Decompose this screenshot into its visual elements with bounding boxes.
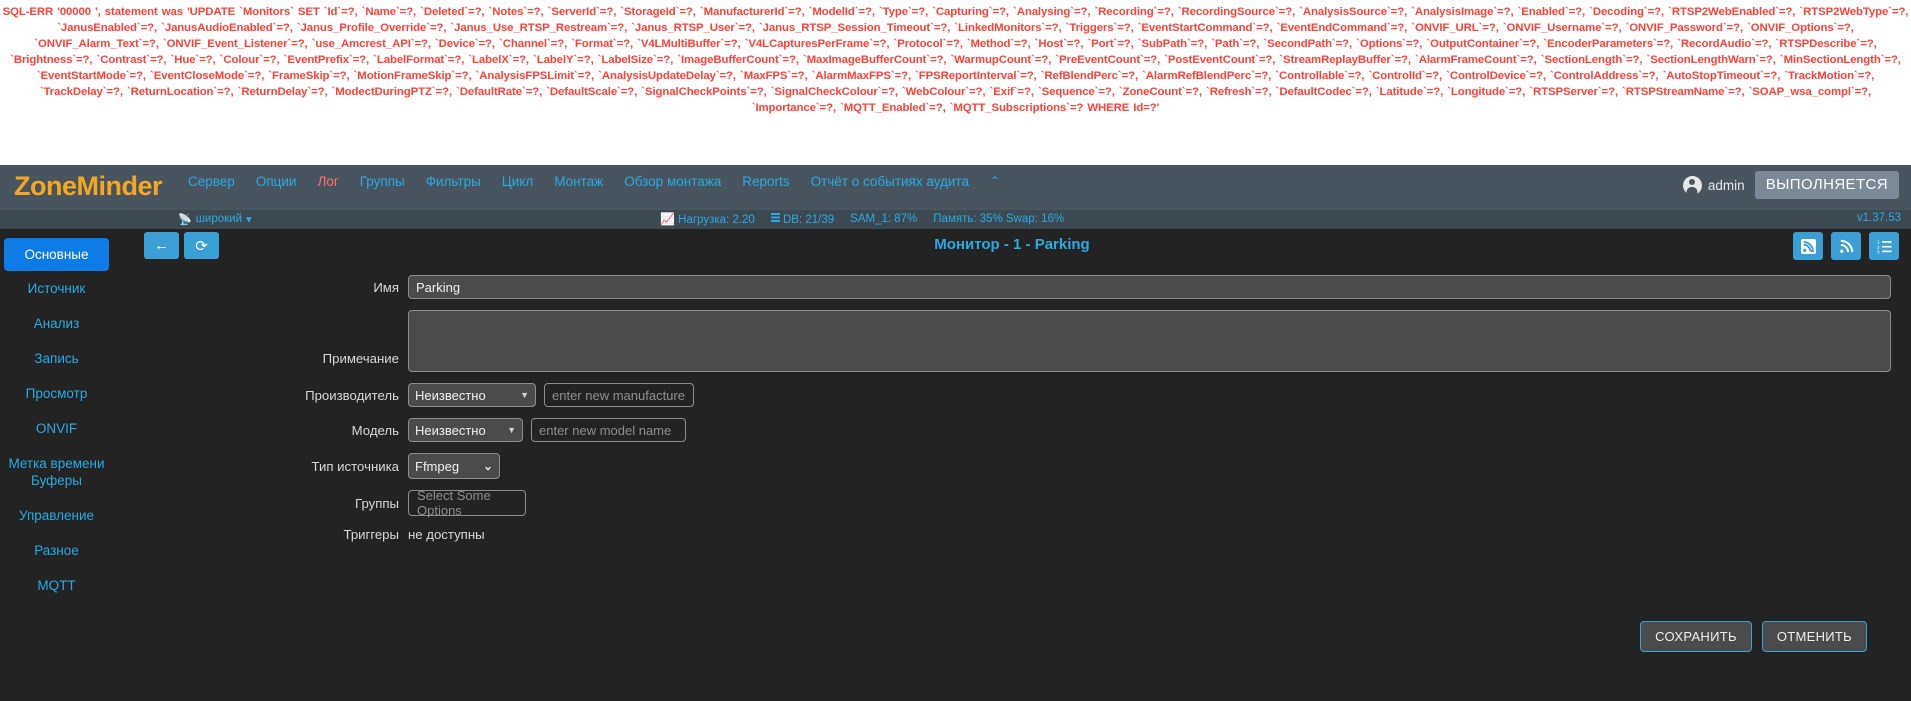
list-ol-icon: 1 2 3 [1877, 239, 1892, 254]
name-label: Имя [373, 279, 399, 295]
content-toolbar: ← ⟳ Монитор - 1 - Parking 1 2 3 [113, 229, 1911, 269]
nav-item-cycle[interactable]: Цикл [502, 175, 533, 189]
sidebar-item-onvif[interactable]: ONVIF [0, 411, 113, 446]
sidebar-item-view[interactable]: Просмотр [0, 376, 113, 411]
system-status: 📈 Нагрузка: 2.20 DB: 21/39 SAM_1: 87% Па… [660, 212, 1064, 226]
sidebar-item-recording[interactable]: Запись [0, 341, 113, 376]
source-type-select[interactable]: Ffmpeg ⌄ [408, 453, 500, 479]
notes-label: Примечание [322, 351, 399, 366]
rss-square-icon [1800, 238, 1816, 254]
page-title: Монитор - 1 - Parking [934, 236, 1090, 253]
memory-status[interactable]: Память: 35% Swap: 16% [933, 213, 1064, 225]
triggers-value: не доступны [408, 527, 485, 542]
monitor-tabs-sidebar: Основные Источник Анализ Запись Просмотр… [0, 229, 113, 701]
chevron-up-icon[interactable]: ⌃ [990, 174, 1000, 188]
run-state-button[interactable]: ВЫПОЛНЯЕТСЯ [1754, 171, 1899, 199]
model-select[interactable]: Неизвестно ▼ [408, 418, 523, 442]
sidebar-item-general[interactable]: Основные [4, 238, 109, 271]
name-input[interactable] [408, 275, 1891, 299]
nav-item-audit-report[interactable]: Отчёт о событиях аудита [811, 175, 969, 189]
nav-item-options[interactable]: Опции [256, 175, 297, 189]
manufacturer-selected-value: Неизвестно [415, 387, 486, 403]
svg-text:3: 3 [1877, 249, 1880, 253]
status-strip: 📡 широкий ▾ 📈 Нагрузка: 2.20 DB: 21/39 S… [0, 210, 1911, 229]
app-logo[interactable]: ZoneMinder [0, 165, 163, 200]
sidebar-item-control[interactable]: Управление [0, 498, 113, 533]
form-action-buttons: СОХРАНИТЬ ОТМЕНИТЬ [1640, 621, 1867, 652]
manufacturer-label: Производитель [305, 387, 399, 403]
chevron-down-icon: ⌄ [482, 459, 493, 473]
model-label: Модель [351, 422, 399, 438]
sidebar-item-misc[interactable]: Разное [0, 533, 113, 568]
field-row-name: Имя [113, 275, 1911, 299]
wifi-icon: 📡 [178, 213, 192, 226]
sidebar-item-mqtt[interactable]: MQTT [0, 568, 113, 603]
chevron-down-icon: ▼ [507, 425, 516, 435]
source-type-label: Тип источника [311, 458, 399, 474]
page-body: Основные Источник Анализ Запись Просмотр… [0, 229, 1911, 701]
groups-multiselect[interactable]: Select Some Options [408, 488, 526, 518]
groups-label: Группы [355, 495, 399, 511]
storage-status[interactable]: SAM_1: 87% [850, 213, 917, 225]
rss-feed-button[interactable] [1831, 232, 1861, 260]
sql-error-banner: SQL-ERR '00000 ', statement was 'UPDATE … [0, 0, 1911, 165]
triggers-label: Триггеры [343, 527, 400, 542]
model-selected-value: Неизвестно [415, 422, 486, 438]
nav-item-log[interactable]: Лог [317, 175, 338, 189]
db-label: DB: 21/39 [783, 213, 835, 226]
sidebar-item-analysis[interactable]: Анализ [0, 306, 113, 341]
nav-item-reports[interactable]: Reports [742, 175, 789, 189]
chevron-down-icon: ▾ [246, 214, 252, 226]
database-icon [770, 212, 780, 224]
bandwidth-selector[interactable]: 📡 широкий ▾ [178, 212, 252, 226]
manufacturer-select[interactable]: Неизвестно ▼ [408, 383, 536, 407]
navbar-right: admin ВЫПОЛНЯЕТСЯ [1682, 165, 1911, 199]
nav-item-groups[interactable]: Группы [360, 175, 405, 189]
field-row-model: Модель Неизвестно ▼ [113, 418, 1911, 442]
field-row-manufacturer: Производитель Неизвестно ▼ [113, 383, 1911, 407]
field-row-notes: Примечание [113, 310, 1911, 372]
load-label: Нагрузка: 2.20 [678, 214, 755, 226]
ordered-list-button[interactable]: 1 2 3 [1869, 232, 1899, 260]
username-label: admin [1707, 177, 1745, 193]
version-label: v1.37.53 [1856, 212, 1901, 224]
rss-icon [1839, 239, 1853, 253]
rss-square-button[interactable] [1793, 232, 1823, 260]
sidebar-item-timestamp-buffers[interactable]: Метка времени Буферы [0, 446, 113, 498]
main-navbar: ZoneMinder Сервер Опции Лог Группы Фильт… [0, 165, 1911, 210]
toolbar-right-buttons: 1 2 3 [1793, 232, 1899, 260]
user-circle-icon [1682, 175, 1702, 195]
monitor-edit-content: ← ⟳ Монитор - 1 - Parking 1 2 3 Имя Park… [113, 229, 1911, 701]
user-menu[interactable]: admin [1682, 175, 1745, 195]
sidebar-item-source[interactable]: Источник [0, 271, 113, 306]
cancel-button[interactable]: ОТМЕНИТЬ [1761, 621, 1867, 652]
nav-item-montage-review[interactable]: Обзор монтажа [624, 175, 721, 189]
source-type-selected-value: Ffmpeg [415, 458, 460, 474]
nav-item-filters[interactable]: Фильтры [426, 175, 481, 189]
notes-textarea[interactable] [408, 310, 1891, 372]
nav-item-montage[interactable]: Монтаж [554, 175, 603, 189]
save-button[interactable]: СОХРАНИТЬ [1640, 621, 1752, 652]
new-manufacturer-input[interactable] [544, 383, 694, 407]
db-status[interactable]: DB: 21/39 [770, 212, 835, 226]
nav-item-server[interactable]: Сервер [188, 175, 235, 189]
field-row-source-type: Тип источника Ffmpeg ⌄ [113, 453, 1911, 479]
bandwidth-label: широкий [195, 213, 243, 225]
monitor-general-form: Имя Примечание Производитель Неизвестно … [113, 269, 1911, 542]
main-menu: Сервер Опции Лог Группы Фильтры Цикл Мон… [162, 165, 1000, 189]
chevron-down-icon: ▼ [520, 390, 529, 400]
field-row-triggers: Триггеры не доступны [113, 527, 1911, 542]
field-row-groups: Группы Select Some Options [113, 488, 1911, 518]
load-status[interactable]: 📈 Нагрузка: 2.20 [660, 212, 755, 226]
chart-line-icon: 📈 [660, 212, 675, 226]
new-model-input[interactable] [531, 418, 686, 442]
